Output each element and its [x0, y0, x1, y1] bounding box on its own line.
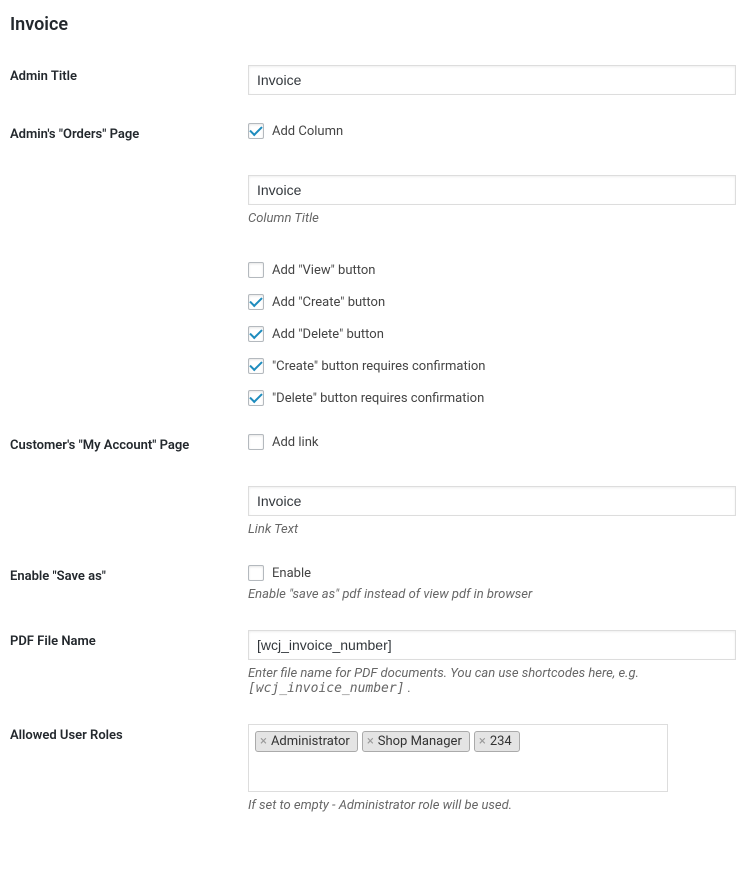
close-icon[interactable]: ×	[367, 735, 374, 748]
enable-save-as-label: Enable "Save as"	[10, 565, 248, 584]
role-tag-administrator: × Administrator	[255, 731, 358, 752]
admin-title-label: Admin Title	[10, 65, 248, 84]
close-icon[interactable]: ×	[479, 735, 486, 748]
add-create-button-label: Add "Create" button	[272, 295, 385, 310]
row-admin-orders: Admin's "Orders" Page Add Column Column …	[10, 109, 736, 420]
role-tag-label: Administrator	[271, 734, 350, 749]
row-enable-save-as: Enable "Save as" Enable Enable "save as"…	[10, 551, 736, 616]
allowed-roles-select[interactable]: × Administrator × Shop Manager × 234	[248, 724, 668, 792]
column-title-help: Column Title	[248, 211, 736, 226]
delete-confirm-label: "Delete" button requires confirmation	[272, 391, 484, 406]
add-link-checkbox[interactable]	[248, 434, 264, 450]
admin-title-input[interactable]	[248, 65, 736, 95]
add-link-label: Add link	[272, 435, 318, 450]
allowed-roles-help: If set to empty - Administrator role wil…	[248, 798, 736, 813]
link-text-input[interactable]	[248, 486, 736, 516]
add-view-button-label: Add "View" button	[272, 263, 375, 278]
customer-account-label: Customer's "My Account" Page	[10, 434, 248, 453]
link-text-help: Link Text	[248, 522, 736, 537]
create-confirm-checkbox[interactable]	[248, 358, 264, 374]
row-allowed-roles: Allowed User Roles × Administrator × Sho…	[10, 710, 736, 827]
enable-save-as-help: Enable "save as" pdf instead of view pdf…	[248, 587, 736, 602]
role-tag-234: × 234	[474, 731, 520, 752]
create-confirm-label: "Create" button requires confirmation	[272, 359, 485, 374]
row-pdf-filename: PDF File Name Enter file name for PDF do…	[10, 616, 736, 710]
pdf-filename-input[interactable]	[248, 630, 736, 660]
add-column-checkbox[interactable]	[248, 123, 264, 139]
add-column-label: Add Column	[272, 124, 343, 139]
enable-save-as-checkbox-label: Enable	[272, 566, 311, 581]
add-view-button-checkbox[interactable]	[248, 262, 264, 278]
section-title: Invoice	[10, 10, 736, 51]
delete-confirm-checkbox[interactable]	[248, 390, 264, 406]
enable-save-as-checkbox[interactable]	[248, 565, 264, 581]
add-delete-button-checkbox[interactable]	[248, 326, 264, 342]
allowed-roles-label: Allowed User Roles	[10, 724, 248, 743]
role-tag-shop-manager: × Shop Manager	[362, 731, 470, 752]
admin-orders-label: Admin's "Orders" Page	[10, 123, 248, 142]
row-customer-account: Customer's "My Account" Page Add link Li…	[10, 420, 736, 551]
add-delete-button-label: Add "Delete" button	[272, 327, 384, 342]
add-create-button-checkbox[interactable]	[248, 294, 264, 310]
role-tag-label: Shop Manager	[378, 734, 462, 749]
column-title-input[interactable]	[248, 175, 736, 205]
pdf-filename-label: PDF File Name	[10, 630, 248, 649]
close-icon[interactable]: ×	[260, 735, 267, 748]
role-tag-label: 234	[490, 734, 512, 749]
pdf-filename-help: Enter file name for PDF documents. You c…	[248, 666, 736, 696]
row-admin-title: Admin Title	[10, 51, 736, 109]
